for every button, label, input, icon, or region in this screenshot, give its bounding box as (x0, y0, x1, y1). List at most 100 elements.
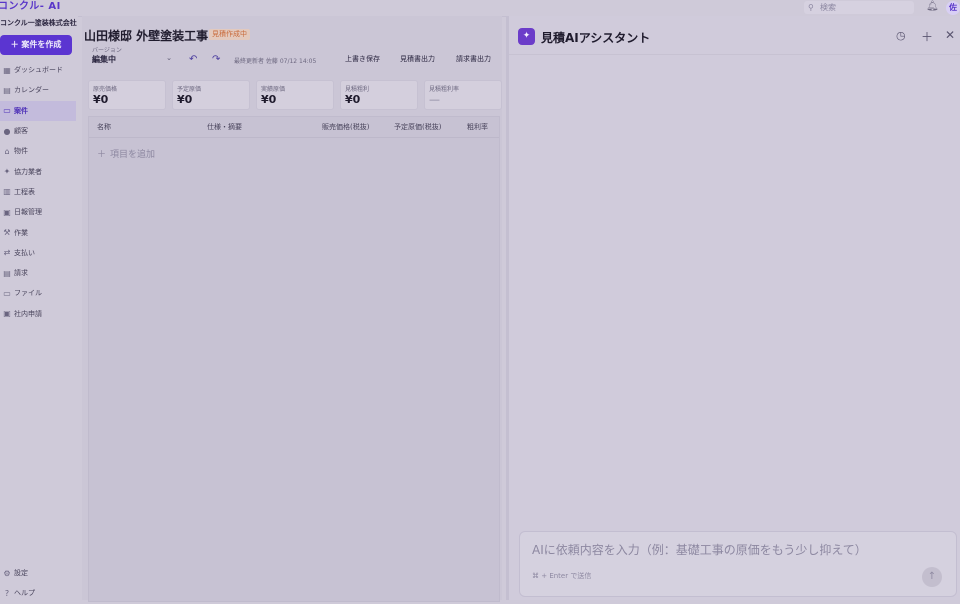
sidebar-item-label: カレンダー (14, 86, 49, 95)
version-value: 編集中 (92, 55, 116, 64)
sidebar-item-label: 案件 (14, 106, 28, 115)
summary-card: 見積粗利 ¥0 (340, 80, 418, 110)
card-label: 見積粗利率 (429, 86, 460, 93)
sidebar-item[interactable]: ▣ 日報管理 (0, 202, 76, 222)
sidebar-item[interactable]: ⌂ 物件 (0, 141, 76, 161)
estimate-table: 名称 仕様・摘要 販売価格(税抜) 予定原価(税抜) 粗利率 ＋項目を追加 (88, 116, 500, 602)
chevron-down-icon: ⌄ (166, 54, 172, 62)
version-label: バージョン (92, 47, 122, 54)
card-value: ¥0 (93, 93, 109, 106)
sidebar-item-label: ヘルプ (14, 589, 35, 598)
nav-icon: ▣ (3, 309, 11, 319)
add-item-button[interactable]: ＋項目を追加 (97, 147, 155, 160)
summary-card: 予定原価 ¥0 (172, 80, 250, 110)
redo-icon[interactable]: ↷ (212, 54, 220, 65)
sidebar-item[interactable]: ✦ 協力業者 (0, 161, 76, 181)
nav-icon: ✦ (3, 167, 11, 177)
sidebar-item-label: 物件 (14, 147, 28, 156)
estimate-panel: 山田様邸 外壁塗装工事 見積作成中 バージョン 編集中 ⌄ ↶ ↷ 最終更新者 … (82, 16, 502, 602)
sidebar-item-label: ダッシュボード (14, 66, 63, 75)
sidebar-item[interactable]: ▥ 工程表 (0, 182, 76, 202)
sidebar-item-label: 作業 (14, 228, 28, 237)
nav-icon: ▥ (3, 187, 11, 197)
nav-icon: ● (3, 126, 11, 136)
card-value: ¥0 (177, 93, 193, 106)
nav-icon: ▤ (3, 268, 11, 278)
sidebar-item[interactable]: ● 顧客 (0, 121, 76, 141)
nav-icon: ⌂ (4, 146, 10, 156)
history-icon[interactable]: ◷ (896, 29, 906, 42)
send-button[interactable]: ↑ (922, 567, 942, 587)
create-case-button[interactable]: ＋ 案件を作成 (0, 35, 72, 55)
column-header-planned-cost: 予定原価(税抜) (394, 123, 442, 131)
version-select[interactable]: 編集中 ⌄ (92, 54, 172, 65)
search-icon: ⚲ (808, 3, 814, 12)
sidebar-item[interactable]: ▤ カレンダー (0, 80, 76, 100)
invoice-output-button[interactable]: 請求書出力 (456, 53, 491, 65)
summary-card: 原売価格 ¥0 (88, 80, 166, 110)
estimate-output-button[interactable]: 見積書出力 (400, 53, 435, 65)
nav-icon: ▦ (3, 65, 11, 75)
sidebar-item[interactable]: ▣ 社内申請 (0, 304, 76, 324)
sidebar-item-label: 社内申請 (14, 309, 42, 318)
search-input[interactable]: ⚲ 検索 (804, 1, 914, 14)
sidebar-item-label: 工程表 (14, 187, 35, 196)
card-label: 見積粗利 (345, 86, 370, 93)
bell-icon[interactable]: 🔔︎ (926, 1, 939, 12)
sidebar-item[interactable]: ▦ ダッシュボード (0, 60, 76, 80)
sidebar-nav: ▦ ダッシュボード ▤ カレンダー ▭ 案件 ● 顧客 ⌂ 物件 ✦ 協力業者 ▥ 工程表 ▣ 日報管理 ⚒ 作業… (0, 60, 76, 324)
nav-icon: ▤ (3, 85, 11, 95)
undo-icon[interactable]: ↶ (189, 54, 197, 65)
ai-assistant-panel: ✦ 見積AIアシスタント ◷ ＋ ✕ AIに依頼内容を入力（例：基礎工事の原価を… (509, 16, 960, 600)
status-badge: 見積作成中 (209, 29, 250, 40)
sidebar-item-label: 協力業者 (14, 167, 42, 176)
top-bar: コンクル- AI ⚲ 検索 🔔︎ 佐 (0, 0, 960, 17)
card-label: 原売価格 (93, 86, 118, 93)
new-chat-icon[interactable]: ＋ (921, 28, 933, 45)
ai-panel-title: 見積AIアシスタント (541, 31, 651, 45)
sidebar-item[interactable]: ▤ 請求 (0, 263, 76, 283)
overwrite-save-button[interactable]: 上書き保存 (345, 53, 380, 65)
sidebar-item[interactable]: ▭ ファイル (0, 283, 76, 303)
avatar[interactable]: 佐 (946, 1, 960, 15)
nav-icon: ⚙ (3, 568, 11, 578)
sidebar-bottom: ⚙ 設定? ヘルプ (0, 563, 76, 604)
nav-icon: ▭ (3, 288, 11, 298)
sidebar-item[interactable]: ⚒ 作業 (0, 222, 76, 242)
table-header-divider (89, 137, 499, 138)
card-value: ¥0 (345, 93, 361, 106)
sidebar-item[interactable]: ⇄ 支払い (0, 243, 76, 263)
nav-icon: ⇄ (3, 248, 11, 258)
card-label: 予定原価 (177, 86, 202, 93)
sidebar-bottom-item[interactable]: ⚙ 設定 (0, 563, 76, 583)
summary-card: 見積粗利率 — (424, 80, 502, 110)
sidebar-item-label: 設定 (14, 569, 28, 578)
app-logo[interactable]: コンクル- AI (0, 0, 61, 14)
column-header-name: 名称 (97, 123, 111, 131)
sidebar: コンクル一塗装株式会社 ＋ 案件を作成 ▦ ダッシュボード ▤ カレンダー ▭ 案件 ● 顧客… (0, 16, 78, 600)
sidebar-item-label: 支払い (14, 248, 35, 257)
search-placeholder: 検索 (820, 3, 836, 12)
last-updated: 最終更新者 佐藤 07/12 14:05 (234, 58, 317, 65)
send-shortcut-hint: ⌘ + Enter で送信 (532, 572, 592, 580)
add-item-label: 項目を追加 (110, 150, 156, 160)
nav-icon: ▭ (3, 106, 11, 116)
nav-icon: ? (4, 588, 10, 598)
card-label: 実績原価 (261, 86, 286, 93)
nav-icon: ⚒ (3, 228, 11, 238)
sparkle-icon: ✦ (518, 28, 535, 45)
nav-icon: ▣ (3, 207, 11, 217)
page-title: 山田様邸 外壁塗装工事 (84, 29, 209, 43)
summary-card: 実績原価 ¥0 (256, 80, 334, 110)
sidebar-bottom-item[interactable]: ? ヘルプ (0, 583, 76, 603)
ai-prompt-input[interactable]: AIに依頼内容を入力（例：基礎工事の原価をもう少し抑えて） ⌘ + Enter … (519, 531, 957, 597)
card-value: ¥0 (261, 93, 277, 106)
sidebar-item-label: 顧客 (14, 127, 28, 136)
plus-icon: ＋ (97, 150, 107, 160)
column-header-spec: 仕様・摘要 (207, 123, 242, 131)
close-icon[interactable]: ✕ (945, 28, 955, 42)
sidebar-item-label: 請求 (14, 269, 28, 278)
card-value: — (429, 93, 440, 106)
ai-header-divider (509, 54, 960, 55)
sidebar-item[interactable]: ▭ 案件 (0, 100, 76, 121)
